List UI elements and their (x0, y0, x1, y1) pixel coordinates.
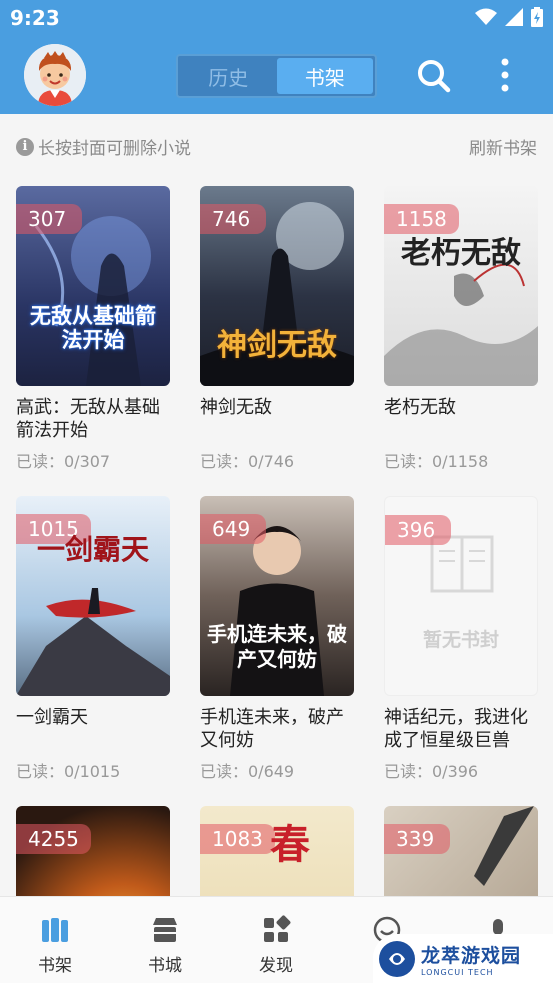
avatar[interactable] (24, 44, 86, 106)
cover-title: 一剑霸天 (36, 533, 149, 566)
bookshelf-grid: 307 无敌从基础箭法开始 高武：无敌从基础箭法开始 已读：0/307 746 … (0, 174, 553, 896)
nav-label: 书架 (38, 956, 72, 976)
search-button[interactable] (414, 56, 454, 96)
cover-title: 老朽无敌 (401, 236, 521, 271)
cover-title: 神剑无敌 (217, 328, 337, 363)
search-icon (418, 60, 451, 93)
cover-title: 手机连未来，破产又何妨 (207, 622, 347, 671)
book-card[interactable]: 307 无敌从基础箭法开始 高武：无敌从基础箭法开始 已读：0/307 (16, 186, 170, 472)
chapter-count-badge: 746 (200, 204, 266, 234)
book-cover[interactable]: 1158 老朽无敌 (384, 186, 538, 386)
book-card[interactable]: 1158 老朽无敌 老朽无敌 已读：0/1158 (384, 186, 538, 472)
read-progress: 已读：0/396 (384, 762, 479, 781)
book-cover[interactable]: 307 无敌从基础箭法开始 (16, 186, 170, 386)
watermark-en: LONGCUI TECH (421, 967, 494, 977)
hint: i 长按封面可删除小说 (16, 134, 191, 159)
book-title: 老朽无敌 (384, 397, 456, 418)
read-progress: 已读：0/746 (200, 452, 295, 471)
info-icon: i (16, 137, 34, 156)
nav-label: 书城 (148, 956, 182, 976)
watermark-cn: 龙萃游戏园 (421, 944, 522, 967)
bookshelf-icon (42, 918, 68, 942)
book-cover[interactable]: 649 手机连未来，破产又何妨 (200, 496, 354, 696)
watermark: 龙萃游戏园 LONGCUI TECH (373, 934, 553, 983)
history-shelf-switch: 历史 书架 (176, 54, 377, 98)
hint-bar: i 长按封面可删除小说 刷新书架 (0, 114, 553, 174)
avatar-boy-icon (24, 44, 86, 106)
book-cover[interactable]: 1015 一剑霸天 (16, 496, 170, 696)
book-card[interactable]: 339 (384, 806, 538, 896)
book-card[interactable]: 1083 春 (200, 806, 354, 896)
cover-title: 春 (270, 821, 310, 868)
tab-history[interactable]: 历史 (180, 58, 277, 94)
book-title: 一剑霸天 (16, 707, 88, 728)
book-title: 神剑无敌 (200, 397, 272, 418)
read-progress: 已读：0/1015 (16, 762, 121, 781)
signal-icon (505, 8, 523, 26)
chapter-count-badge: 1083 (200, 824, 275, 854)
status-time: 9:23 (10, 6, 60, 30)
cover-title: 无敌从基础箭法开始 (30, 303, 156, 352)
more-vert-icon (501, 58, 509, 92)
read-progress: 已读：0/307 (16, 452, 111, 471)
book-card[interactable]: 746 神剑无敌 神剑无敌 已读：0/746 (200, 186, 354, 472)
nav-store[interactable]: 书城 (110, 897, 220, 983)
more-button[interactable] (490, 56, 520, 96)
book-card[interactable]: 4255 (16, 806, 170, 896)
status-icons (475, 7, 543, 27)
chapter-count-badge: 339 (384, 824, 450, 854)
status-bar: 9:23 (0, 0, 553, 36)
book-cover[interactable]: 1083 春 (200, 806, 354, 896)
hint-text: 长按封面可删除小说 (38, 139, 191, 159)
book-card[interactable]: 649 手机连未来，破产又何妨 手机连未来，破产又何妨 已读：0/649 (200, 496, 354, 782)
battery-icon (531, 7, 543, 27)
tab-bookshelf[interactable]: 书架 (276, 58, 373, 94)
chapter-count-badge: 4255 (16, 824, 91, 854)
discover-icon (264, 915, 291, 942)
book-cover[interactable]: 746 神剑无敌 (200, 186, 354, 386)
book-cover[interactable]: 4255 (16, 806, 170, 896)
watermark-text: 龙萃游戏园 LONGCUI TECH (421, 941, 521, 977)
book-card[interactable]: 1015 一剑霸天 一剑霸天 已读：0/1015 (16, 496, 170, 782)
book-cover[interactable]: 339 (384, 806, 538, 896)
cover-title: 暂无书封 (422, 629, 499, 651)
chapter-count-badge: 307 (16, 204, 82, 234)
app-bar: 历史 书架 (0, 36, 553, 114)
chapter-count-badge: 396 (385, 515, 451, 545)
book-cover[interactable]: 396 暂无书封 (384, 496, 538, 696)
read-progress: 已读：0/649 (200, 762, 295, 781)
book-title: 手机连未来，破产又何妨 (200, 707, 344, 751)
watermark-logo-icon (379, 940, 415, 977)
book-title: 高武：无敌从基础箭法开始 (16, 397, 160, 441)
read-progress: 已读：0/1158 (384, 452, 489, 471)
refresh-bookshelf-link[interactable]: 刷新书架 (469, 134, 537, 159)
book-card[interactable]: 396 暂无书封 神话纪元，我进化成了恒星级巨兽 已读：0/396 (384, 496, 538, 782)
store-icon (153, 918, 177, 942)
nav-bookshelf[interactable]: 书架 (0, 897, 110, 983)
book-title: 神话纪元，我进化成了恒星级巨兽 (384, 707, 528, 751)
nav-discover[interactable]: 发现 (221, 897, 331, 983)
chapter-count-badge: 649 (200, 514, 266, 544)
wifi-icon (475, 8, 497, 25)
nav-label: 发现 (259, 956, 293, 976)
